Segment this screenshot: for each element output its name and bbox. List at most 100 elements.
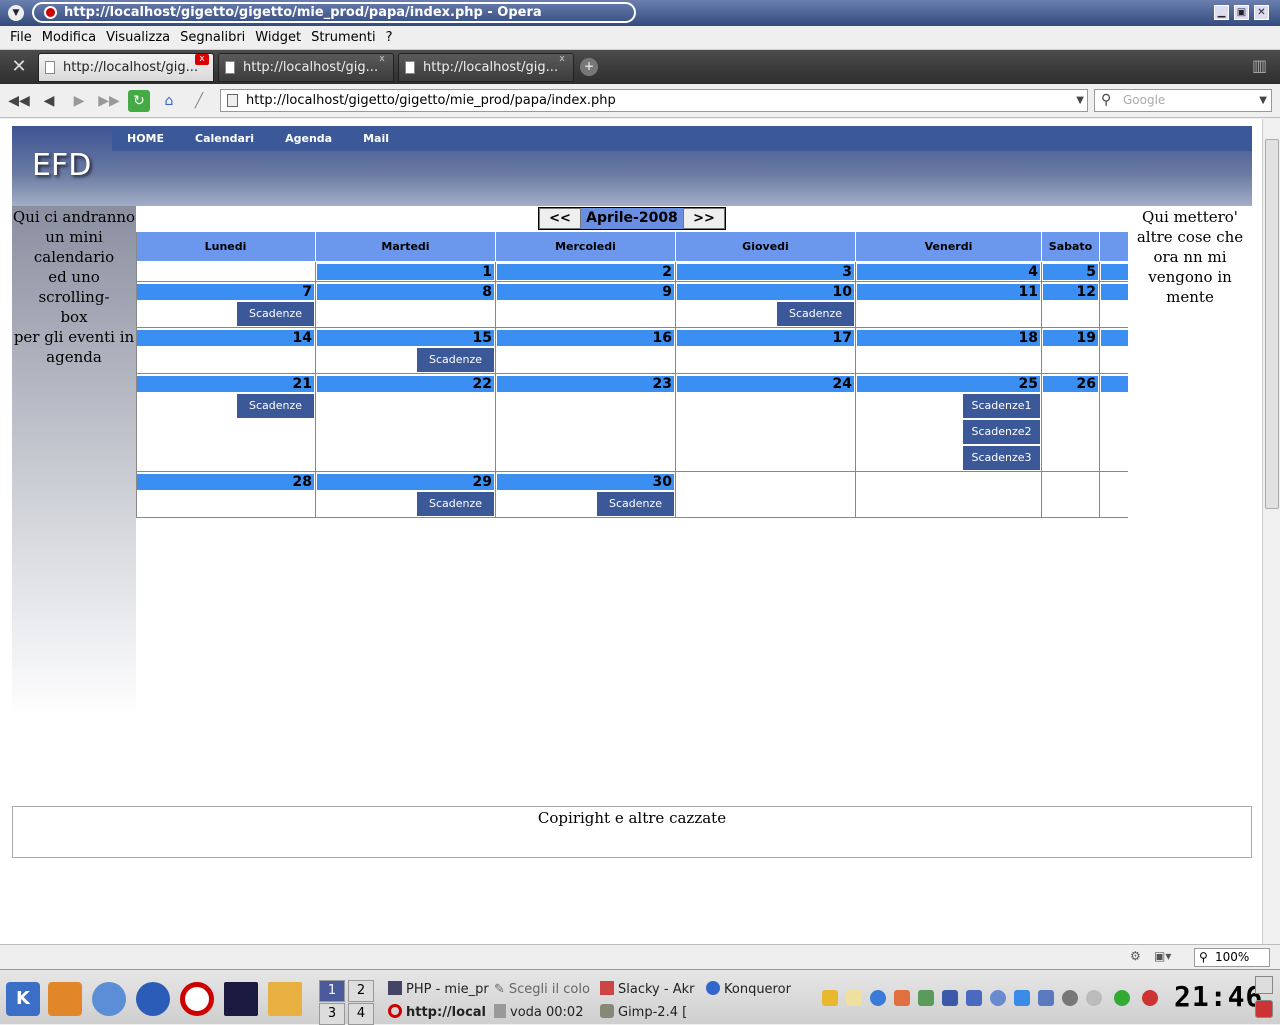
calendar-day-cell[interactable]: 17: [676, 328, 856, 374]
nav-agenda[interactable]: Agenda: [285, 132, 332, 145]
day-number[interactable]: 10: [677, 284, 854, 300]
tab-3[interactable]: http://localhost/gig... x: [398, 53, 574, 82]
desktop-4[interactable]: 4: [348, 1003, 374, 1025]
tray-icon-6[interactable]: [942, 990, 958, 1006]
home-folder-icon[interactable]: [48, 982, 82, 1016]
opera-launcher-icon[interactable]: [180, 982, 214, 1016]
nav-mail[interactable]: Mail: [363, 132, 389, 145]
calendar-day-cell[interactable]: 8: [316, 282, 496, 328]
maximize-button[interactable]: ▣: [1234, 5, 1249, 20]
day-number[interactable]: 5: [1043, 264, 1098, 280]
network-icon[interactable]: [1114, 990, 1130, 1006]
nav-home[interactable]: HOME: [127, 132, 164, 145]
close-tab-icon[interactable]: x: [555, 54, 569, 65]
calendar-day-cell[interactable]: 27: [1100, 374, 1128, 472]
task-voda[interactable]: voda 00:02: [494, 1002, 596, 1024]
calendar-day-cell[interactable]: 25 Scadenze1 Scadenze2 Scadenze3: [856, 374, 1042, 472]
tray-icon-1[interactable]: [822, 990, 838, 1006]
day-number[interactable]: 15: [317, 330, 494, 346]
rewind-icon[interactable]: ◀◀: [8, 90, 30, 112]
calendar-day-cell[interactable]: 7 Scadenze: [136, 282, 316, 328]
day-number[interactable]: 14: [137, 330, 314, 346]
chevron-down-icon[interactable]: ▼: [1076, 90, 1084, 111]
calendar-day-cell[interactable]: 11: [856, 282, 1042, 328]
eclipse-icon[interactable]: [224, 982, 258, 1016]
task-opera[interactable]: http://local: [388, 1002, 492, 1024]
lock-screen-icon[interactable]: [1255, 976, 1273, 994]
day-number[interactable]: 23: [497, 376, 674, 392]
day-number[interactable]: 29: [317, 474, 494, 490]
calendar-day-cell[interactable]: 1: [316, 262, 496, 282]
calendar-day-cell[interactable]: 4: [856, 262, 1042, 282]
calendar-day-cell[interactable]: 21 Scadenze: [136, 374, 316, 472]
calendar-day-cell[interactable]: 30 Scadenze: [496, 472, 676, 518]
scrollbar-thumb[interactable]: [1265, 139, 1279, 509]
home-icon[interactable]: ⌂: [158, 90, 180, 112]
task-color-picker[interactable]: ✎ Scegli il colo: [494, 979, 596, 1001]
tray-icon-12[interactable]: [1086, 990, 1102, 1006]
day-number[interactable]: 21: [137, 376, 314, 392]
volume-icon[interactable]: [966, 990, 982, 1006]
event-link[interactable]: Scadenze: [777, 302, 854, 326]
day-number[interactable]: 2: [497, 264, 674, 280]
calendar-day-cell[interactable]: 28: [136, 472, 316, 518]
day-number[interactable]: 1: [317, 264, 494, 280]
trash-icon[interactable]: ▥: [1252, 56, 1270, 78]
calendar-day-cell[interactable]: 24: [676, 374, 856, 472]
day-number[interactable]: 12: [1043, 284, 1098, 300]
desktop-2[interactable]: 2: [348, 980, 374, 1002]
tab-2[interactable]: http://localhost/gig... x: [218, 53, 394, 82]
editor-icon[interactable]: [268, 982, 302, 1016]
new-tab-icon[interactable]: +: [580, 58, 598, 76]
menu-segnalibri[interactable]: Segnalibri: [180, 30, 245, 45]
menu-visualizza[interactable]: Visualizza: [106, 30, 170, 45]
back-icon[interactable]: ◀: [38, 90, 60, 112]
calendar-day-cell[interactable]: 14: [136, 328, 316, 374]
calendar-day-cell[interactable]: 6: [1100, 262, 1128, 282]
day-number[interactable]: 8: [317, 284, 494, 300]
konqueror-icon[interactable]: [92, 982, 126, 1016]
close-tab-icon[interactable]: x: [375, 54, 389, 65]
day-number[interactable]: 18: [857, 330, 1040, 346]
menu-help[interactable]: ?: [386, 30, 393, 45]
fast-forward-icon[interactable]: ▶▶: [98, 90, 120, 112]
nav-calendari[interactable]: Calendari: [195, 132, 254, 145]
calendar-day-cell[interactable]: 5: [1042, 262, 1100, 282]
calendar-day-cell[interactable]: 2: [496, 262, 676, 282]
seamonkey-icon[interactable]: [136, 982, 170, 1016]
day-number[interactable]: 30: [497, 474, 674, 490]
reload-icon[interactable]: ↻: [128, 90, 150, 112]
vertical-scrollbar[interactable]: [1262, 119, 1280, 944]
calendar-day-cell[interactable]: 26: [1042, 374, 1100, 472]
task-gimp[interactable]: Gimp-2.4 [: [600, 1002, 700, 1024]
tray-icon-4[interactable]: [894, 990, 910, 1006]
calendar-day-cell[interactable]: 9: [496, 282, 676, 328]
tray-icon-8[interactable]: [990, 990, 1006, 1006]
logout-icon[interactable]: [1255, 1000, 1273, 1018]
tray-icon-2[interactable]: [846, 990, 862, 1006]
window-menu-icon[interactable]: ▼: [8, 5, 24, 21]
calendar-day-cell[interactable]: 16: [496, 328, 676, 374]
event-link[interactable]: Scadenze: [417, 492, 494, 516]
day-number[interactable]: 27: [1101, 376, 1128, 392]
day-number[interactable]: 26: [1043, 376, 1098, 392]
next-month-button[interactable]: >>: [683, 208, 725, 229]
calendar-day-cell[interactable]: 10 Scadenze: [676, 282, 856, 328]
menu-file[interactable]: File: [10, 30, 32, 45]
day-number[interactable]: 7: [137, 284, 314, 300]
camera-icon[interactable]: ▣▾: [1154, 949, 1182, 965]
day-number[interactable]: 11: [857, 284, 1040, 300]
window-titlebar[interactable]: ▼ http://localhost/gigetto/gigetto/mie_p…: [0, 0, 1280, 26]
menu-strumenti[interactable]: Strumenti: [311, 30, 376, 45]
calendar-day-cell[interactable]: 18: [856, 328, 1042, 374]
calendar-day-cell[interactable]: 12: [1042, 282, 1100, 328]
day-number[interactable]: 16: [497, 330, 674, 346]
event-link[interactable]: Scadenze: [597, 492, 674, 516]
calendar-day-cell[interactable]: 23: [496, 374, 676, 472]
calendar-day-cell[interactable]: 19: [1042, 328, 1100, 374]
day-number[interactable]: 9: [497, 284, 674, 300]
day-number[interactable]: 19: [1043, 330, 1098, 346]
tab-1[interactable]: http://localhost/gig... x: [38, 53, 214, 82]
close-tab-icon[interactable]: x: [195, 54, 209, 65]
calendar-day-cell[interactable]: 13: [1100, 282, 1128, 328]
